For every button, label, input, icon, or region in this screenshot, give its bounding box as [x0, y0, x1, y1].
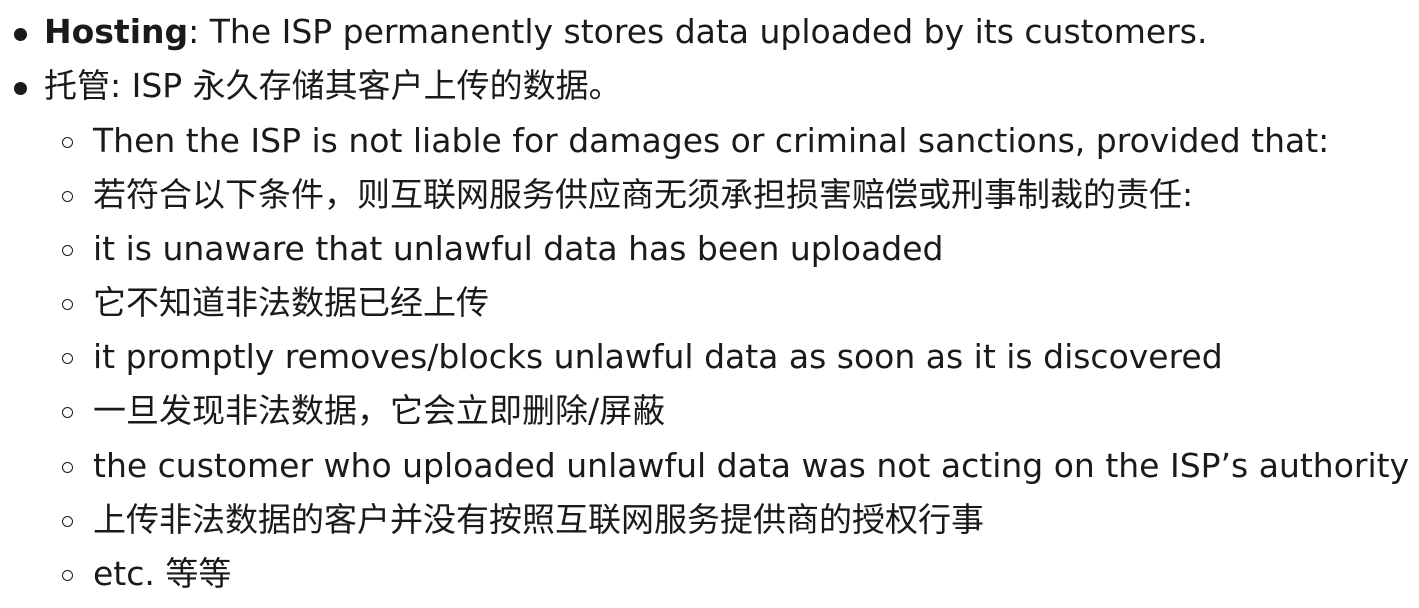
bullet-disc-icon — [14, 28, 27, 41]
sub-list-item-text: Then the ISP is not liable for damages o… — [93, 121, 1330, 160]
sub-list-item: the customer who uploaded unlawful data … — [93, 439, 1409, 493]
sub-list-item-text: etc. 等等 — [93, 554, 232, 593]
bullet-circle-icon — [62, 516, 73, 527]
bullet-circle-icon — [62, 407, 73, 418]
bullet-circle-icon — [62, 245, 73, 256]
bullet-circle-icon — [62, 191, 73, 202]
sub-list-item: etc. 等等 — [93, 547, 231, 601]
sub-list-item-text: it promptly removes/blocks unlawful data… — [93, 337, 1223, 376]
sub-list-item: 它不知道非法数据已经上传 — [93, 276, 489, 330]
sub-list-item-text: it is unaware that unlawful data has bee… — [93, 229, 944, 268]
sub-list-item-text: the customer who uploaded unlawful data … — [93, 446, 1410, 485]
document: Hosting: The ISP permanently stores data… — [0, 0, 1419, 608]
sub-list-item-text: 若符合以下条件，则互联网服务供应商无须承担损害赔偿或刑事制裁的责任: — [93, 175, 1194, 214]
sub-list-item: it promptly removes/blocks unlawful data… — [93, 330, 1223, 384]
bullet-disc-icon — [14, 82, 27, 95]
list-item-text: 托管: ISP 永久存储其客户上传的数据。 — [44, 66, 622, 105]
sub-list-item-text: 它不知道非法数据已经上传 — [93, 283, 489, 322]
sub-list-item: 上传非法数据的客户并没有按照互联网服务提供商的授权行事 — [93, 493, 984, 547]
sub-list-item: it is unaware that unlawful data has bee… — [93, 222, 944, 276]
list-item-hosting: Hosting: The ISP permanently stores data… — [44, 5, 1207, 59]
term-hosting: Hosting — [44, 12, 189, 51]
list-item-hosting-zh: 托管: ISP 永久存储其客户上传的数据。 — [44, 59, 622, 113]
sub-list-item-text: 上传非法数据的客户并没有按照互联网服务提供商的授权行事 — [93, 500, 984, 539]
bullet-circle-icon — [62, 462, 73, 473]
sub-list-item-text: 一旦发现非法数据，它会立即删除/屏蔽 — [93, 391, 666, 430]
sub-list-item: 若符合以下条件，则互联网服务供应商无须承担损害赔偿或刑事制裁的责任: — [93, 168, 1193, 222]
bullet-circle-icon — [62, 353, 73, 364]
list-item-text: : The ISP permanently stores data upload… — [188, 12, 1208, 51]
bullet-circle-icon — [62, 137, 73, 148]
bullet-circle-icon — [62, 299, 73, 310]
bullet-circle-icon — [62, 570, 73, 581]
sub-list-item: Then the ISP is not liable for damages o… — [93, 114, 1329, 168]
sub-list-item: 一旦发现非法数据，它会立即删除/屏蔽 — [93, 384, 665, 438]
